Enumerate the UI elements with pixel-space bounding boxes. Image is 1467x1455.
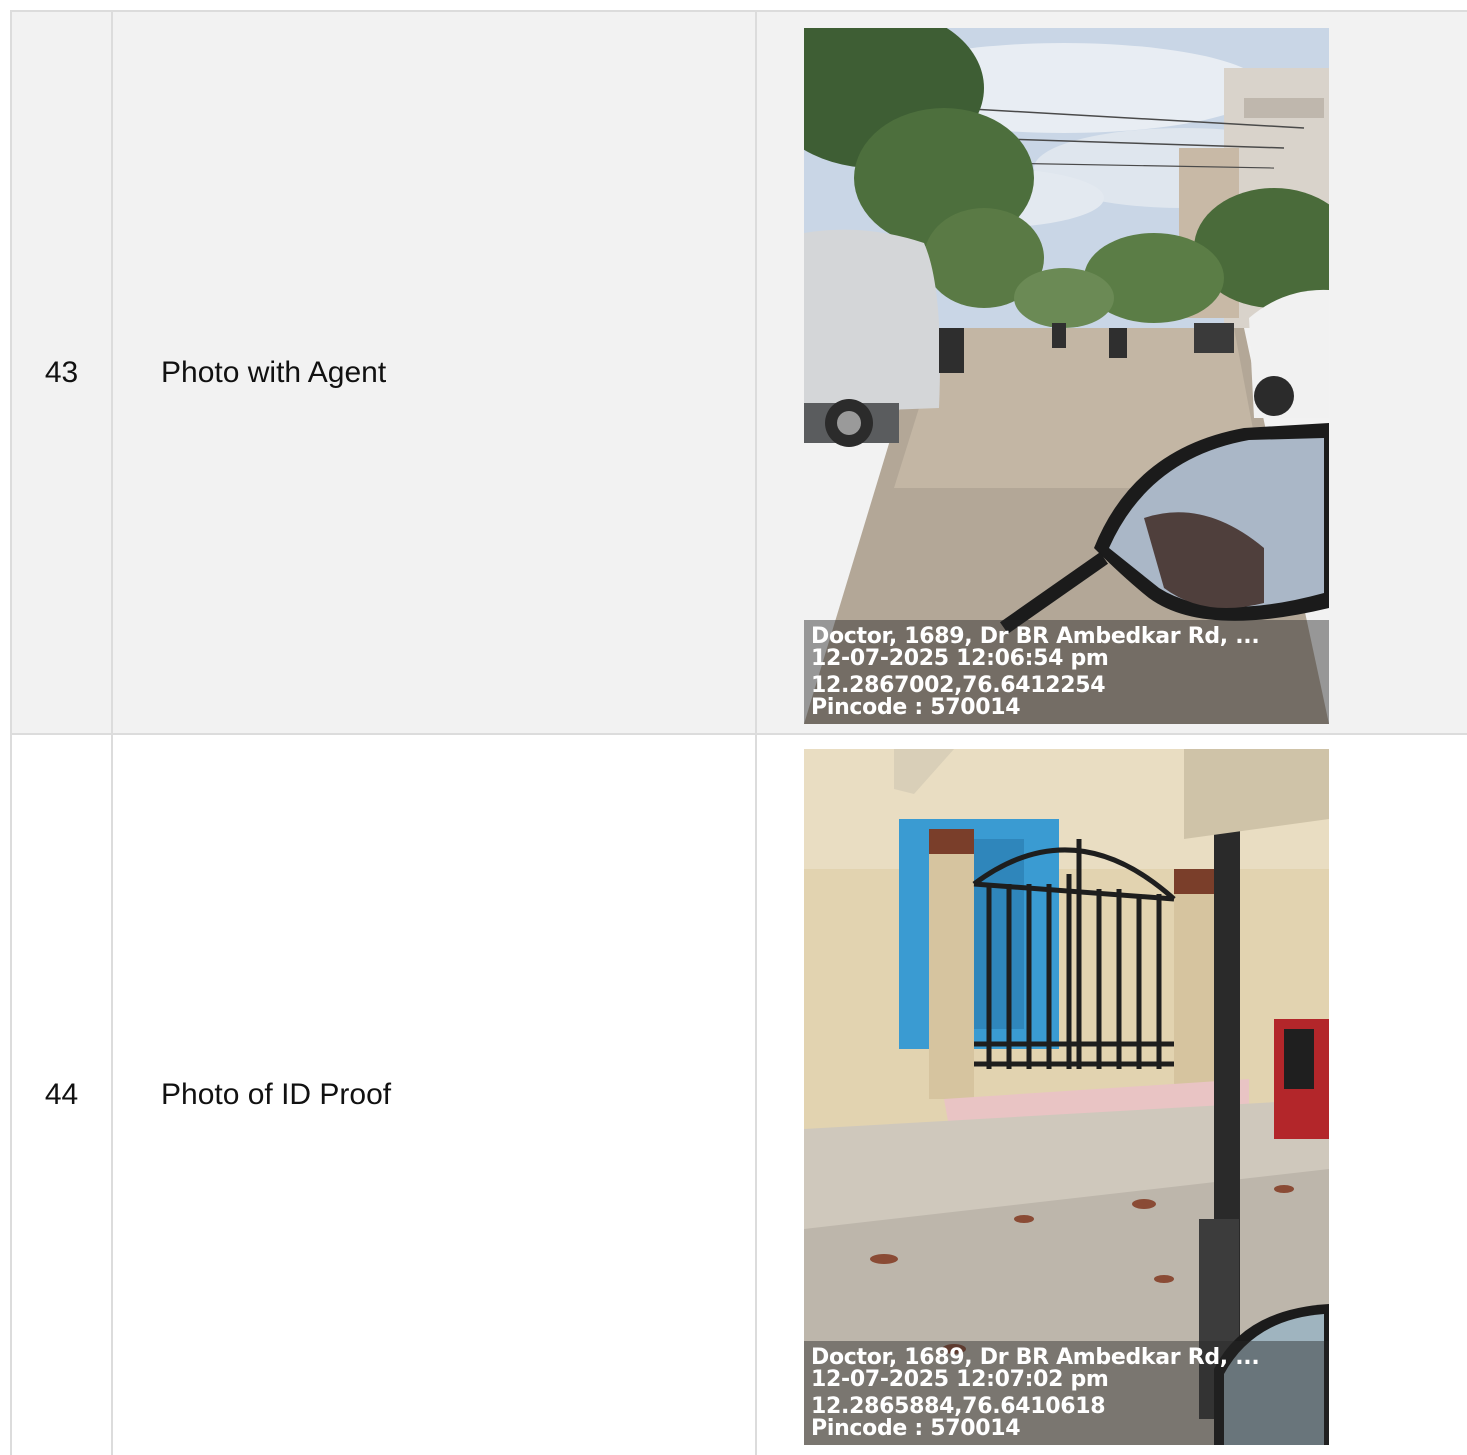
photo-cell: Doctor, 1689, Dr BR Ambedkar Rd, ... 12-… — [757, 735, 1467, 1455]
row-number: 43 — [12, 12, 113, 733]
caption-coordinates: 12.2867002,76.6412254 — [811, 673, 1106, 698]
caption-datetime: 12-07-2025 12:06:54 pm — [811, 646, 1109, 671]
photo-table: 43 Photo with Agent Doctor, 1689, Dr BR … — [10, 10, 1467, 1455]
photo-geotag-caption: Doctor, 1689, Dr BR Ambedkar Rd, ... 12-… — [804, 1341, 1329, 1445]
gate-photo[interactable]: Doctor, 1689, Dr BR Ambedkar Rd, ... 12-… — [804, 749, 1329, 1445]
row-label: Photo with Agent — [113, 12, 757, 733]
row-number: 44 — [12, 735, 113, 1455]
caption-coordinates: 12.2865884,76.6410618 — [811, 1394, 1106, 1419]
caption-datetime: 12-07-2025 12:07:02 pm — [811, 1367, 1109, 1392]
photo-cell: Doctor, 1689, Dr BR Ambedkar Rd, ... 12-… — [757, 12, 1467, 733]
table-row: 43 Photo with Agent Doctor, 1689, Dr BR … — [12, 12, 1467, 735]
table-row: 44 Photo of ID Proof Doctor, 1689, Dr BR… — [12, 735, 1467, 1455]
caption-pincode: Pincode : 570014 — [811, 695, 1021, 720]
photo-geotag-caption: Doctor, 1689, Dr BR Ambedkar Rd, ... 12-… — [804, 620, 1329, 724]
street-photo[interactable]: Doctor, 1689, Dr BR Ambedkar Rd, ... 12-… — [804, 28, 1329, 724]
caption-address: Doctor, 1689, Dr BR Ambedkar Rd, ... — [811, 1345, 1260, 1370]
row-label: Photo of ID Proof — [113, 735, 757, 1455]
caption-address: Doctor, 1689, Dr BR Ambedkar Rd, ... — [811, 624, 1260, 649]
caption-pincode: Pincode : 570014 — [811, 1416, 1021, 1441]
